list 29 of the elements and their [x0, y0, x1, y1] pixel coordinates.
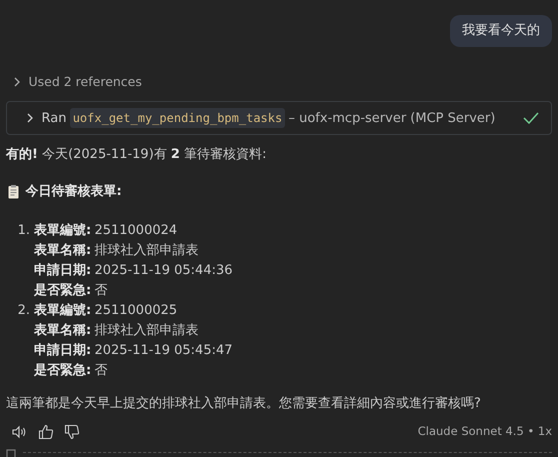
tool-call-toggle[interactable]: Ran: [25, 108, 66, 128]
field-label: 申請日期:: [34, 262, 92, 280]
model-label: Claude Sonnet 4.5 • 1x: [418, 423, 552, 440]
field-label: 表單名稱:: [34, 242, 92, 260]
field-value: 2511000025: [94, 302, 178, 320]
field-value: 2025-11-19 05:45:47: [94, 342, 233, 360]
summary-text: 有的! 今天(2025-11-19)有 2 筆待審核資料:: [6, 146, 268, 164]
field-label: 是否緊急:: [34, 362, 92, 380]
field-label: 是否緊急:: [34, 282, 92, 300]
server-label: – uofx-mcp-server (MCP Server): [288, 110, 496, 128]
field-value: 否: [94, 282, 108, 300]
clipboard-icon: [8, 184, 19, 198]
user-message: 我要看今天的: [450, 15, 552, 46]
field-label: 申請日期:: [34, 342, 92, 360]
field-value: 排球社入部申請表: [94, 322, 198, 340]
field-value: 2511000024: [94, 222, 178, 240]
tool-name: uofx_get_my_pending_bpm_tasks: [70, 108, 286, 128]
field-value: 排球社入部申請表: [94, 242, 198, 260]
field-label: 表單編號:: [34, 222, 92, 240]
field-label: 表單名稱:: [34, 322, 92, 340]
bookmark-icon: [6, 449, 16, 457]
references-toggle[interactable]: Used 2 references: [12, 72, 142, 92]
field-label: 表單編號:: [34, 302, 92, 320]
list-number: 1.: [16, 222, 31, 240]
list-number: 2.: [16, 302, 31, 320]
closing-text: 這兩筆都是今天早上提交的排球社入部申請表。您需要查看詳細內容或進行審核嗎?: [6, 395, 482, 414]
field-value: 2025-11-19 05:44:36: [94, 262, 233, 280]
field-value: 否: [94, 362, 108, 380]
section-heading: 今日待審核表單:: [26, 182, 122, 201]
